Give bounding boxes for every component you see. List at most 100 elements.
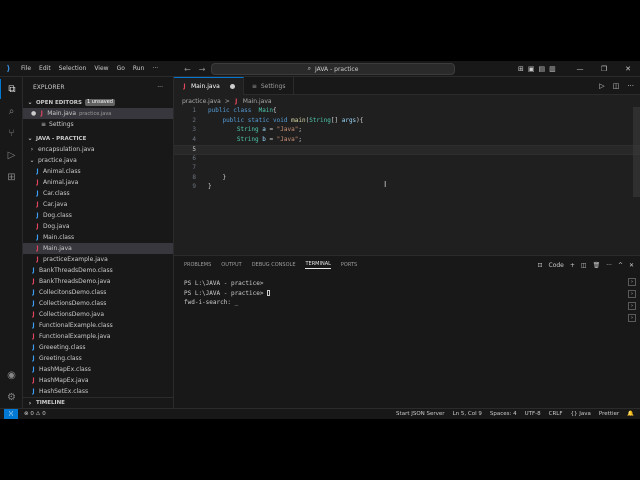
- menu-item-selection[interactable]: Selection: [55, 61, 91, 77]
- tab-ports[interactable]: PORTS: [341, 262, 357, 268]
- remote-icon[interactable]: ⟩⟨: [4, 409, 18, 419]
- code-line[interactable]: 1 public class Main{: [174, 107, 640, 117]
- code-line[interactable]: 9}: [174, 183, 640, 193]
- menu-item-view[interactable]: View: [90, 61, 112, 77]
- status-item[interactable]: {} Java: [571, 411, 591, 417]
- explorer-more-icon[interactable]: ···: [157, 84, 163, 91]
- file-item[interactable]: J HashMapEx.java: [23, 375, 173, 386]
- file-item[interactable]: J FunctionalExample.class: [23, 320, 173, 331]
- status-item[interactable]: Prettier: [599, 411, 619, 417]
- open-editor-item-main[interactable]: ● J Main.java practice.java: [23, 108, 173, 119]
- source-control-icon[interactable]: ⑂: [0, 123, 23, 143]
- close-icon[interactable]: ✕: [616, 65, 640, 73]
- file-item[interactable]: J Main.java: [23, 243, 173, 254]
- terminal-instance-icon[interactable]: ›: [628, 302, 636, 310]
- run-debug-icon[interactable]: ▷: [0, 145, 23, 165]
- tab-output[interactable]: OUTPUT: [221, 262, 241, 268]
- code-line[interactable]: 2 public static void main(String[] args)…: [174, 117, 640, 127]
- manage-gear-icon[interactable]: ⚙: [0, 387, 23, 407]
- file-item[interactable]: J HashSetEx.class: [23, 386, 173, 397]
- code-line[interactable]: 4 String b = "Java";: [174, 136, 640, 146]
- project-header[interactable]: ⌄ JAVA - PRACTICE: [23, 133, 173, 144]
- code-line[interactable]: 3 String a = "Java";: [174, 126, 640, 136]
- unsaved-dot-icon[interactable]: ●: [31, 110, 36, 117]
- kill-terminal-icon[interactable]: 🗑: [593, 262, 601, 269]
- breadcrumb-file[interactable]: Main.java: [243, 98, 272, 105]
- menu-item-go[interactable]: Go: [113, 61, 129, 77]
- tab-main-java[interactable]: J Main.java: [174, 77, 244, 95]
- file-item[interactable]: J BankThreadsDemo.class: [23, 265, 173, 276]
- maximize-icon[interactable]: ❐: [592, 65, 616, 73]
- code-line[interactable]: 8 }: [174, 174, 640, 184]
- menu-item-edit[interactable]: Edit: [35, 61, 55, 77]
- file-item[interactable]: J Animal.java: [23, 177, 173, 188]
- new-terminal-icon[interactable]: +: [570, 262, 575, 269]
- code-line[interactable]: 6: [174, 155, 640, 165]
- file-item[interactable]: J Greeting.class: [23, 353, 173, 364]
- tab-debug-console[interactable]: DEBUG CONSOLE: [252, 262, 296, 268]
- tab-problems[interactable]: PROBLEMS: [184, 262, 211, 268]
- file-item[interactable]: J CollectionsDemo.class: [23, 298, 173, 309]
- customize-layout-icon[interactable]: ⊞: [518, 65, 524, 73]
- status-item[interactable]: Start JSON Server: [396, 411, 445, 417]
- file-item[interactable]: J Animal.class: [23, 166, 173, 177]
- folder-item[interactable]: › encapsulation.java: [23, 144, 173, 155]
- run-icon[interactable]: ▷: [599, 82, 604, 90]
- forward-arrow-icon[interactable]: →: [199, 65, 206, 74]
- file-item[interactable]: J Car.class: [23, 188, 173, 199]
- file-item[interactable]: J BankThreadsDemo.java: [23, 276, 173, 287]
- open-editors-header[interactable]: ⌄ OPEN EDITORS 1 unsaved: [23, 97, 173, 108]
- menu-item-run[interactable]: Run: [129, 61, 149, 77]
- split-editor-icon[interactable]: ◫: [613, 82, 620, 90]
- errors-status[interactable]: ⊗ 0 ⚠ 0: [24, 411, 46, 417]
- toggle-sidebar-icon[interactable]: ▣: [528, 65, 535, 73]
- command-center-search[interactable]: ⌕ JAVA - practice: [211, 63, 455, 75]
- timeline-header[interactable]: › TIMELINE: [23, 397, 173, 408]
- maximize-panel-icon[interactable]: ^: [618, 262, 623, 269]
- file-item[interactable]: J Main.class: [23, 232, 173, 243]
- terminal-output[interactable]: PS L:\JAVA - practice> PS L:\JAVA - pract…: [184, 280, 271, 309]
- close-panel-icon[interactable]: ✕: [629, 262, 634, 269]
- code-line[interactable]: 5: [174, 145, 640, 155]
- open-editor-item-settings[interactable]: ≡ Settings: [23, 119, 173, 130]
- split-terminal-icon[interactable]: ◫: [581, 262, 587, 269]
- folder-item[interactable]: ⌄ practice.java: [23, 155, 173, 166]
- tab-settings[interactable]: ≡ Settings: [244, 77, 295, 95]
- more-menu-icon[interactable]: ···: [148, 61, 162, 77]
- notifications-bell-icon[interactable]: 🔔: [627, 411, 634, 417]
- terminal-instance-icon[interactable]: ›: [628, 278, 636, 286]
- editor-more-icon[interactable]: ···: [627, 82, 634, 90]
- toggle-panel-icon[interactable]: ▤: [539, 65, 546, 73]
- tab-terminal[interactable]: TERMINAL: [305, 261, 331, 269]
- terminal-profile-label[interactable]: Code: [549, 262, 564, 269]
- extensions-icon[interactable]: ⊞: [0, 167, 23, 187]
- minimize-icon[interactable]: —: [568, 65, 592, 73]
- status-item[interactable]: Ln 5, Col 9: [453, 411, 482, 417]
- code-line[interactable]: 7: [174, 164, 640, 174]
- file-item[interactable]: J Greeeting.class: [23, 342, 173, 353]
- back-arrow-icon[interactable]: ←: [184, 65, 191, 74]
- file-item[interactable]: J Dog.java: [23, 221, 173, 232]
- explorer-icon[interactable]: ⧉: [0, 79, 23, 99]
- account-icon[interactable]: ◉: [0, 365, 23, 385]
- file-item[interactable]: J FunctionalExample.java: [23, 331, 173, 342]
- panel-more-icon[interactable]: ···: [606, 262, 612, 269]
- file-item[interactable]: J HashMapEx.class: [23, 364, 173, 375]
- menu-item-file[interactable]: File: [17, 61, 35, 77]
- terminal-instance-icon[interactable]: ›: [628, 314, 636, 322]
- status-item[interactable]: CRLF: [549, 411, 563, 417]
- terminal-instance-icon[interactable]: ›: [628, 290, 636, 298]
- search-view-icon[interactable]: ⌕: [0, 101, 23, 121]
- status-item[interactable]: Spaces: 4: [490, 411, 517, 417]
- toggle-secondary-sidebar-icon[interactable]: ▥: [549, 65, 556, 73]
- unsaved-dot-icon[interactable]: [229, 84, 235, 89]
- code-editor[interactable]: 1 public class Main{2 public static void …: [174, 107, 640, 227]
- editor-scrollbar[interactable]: [633, 107, 640, 197]
- file-item[interactable]: JpracticeExample.java: [23, 254, 173, 265]
- file-item[interactable]: J CollectionsDemo.java: [23, 309, 173, 320]
- file-item[interactable]: J Car.java: [23, 199, 173, 210]
- file-item[interactable]: J Dog.class: [23, 210, 173, 221]
- breadcrumb-folder[interactable]: practice.java: [182, 98, 221, 105]
- status-item[interactable]: UTF-8: [525, 411, 541, 417]
- file-item[interactable]: J CollecitonsDemo.class: [23, 287, 173, 298]
